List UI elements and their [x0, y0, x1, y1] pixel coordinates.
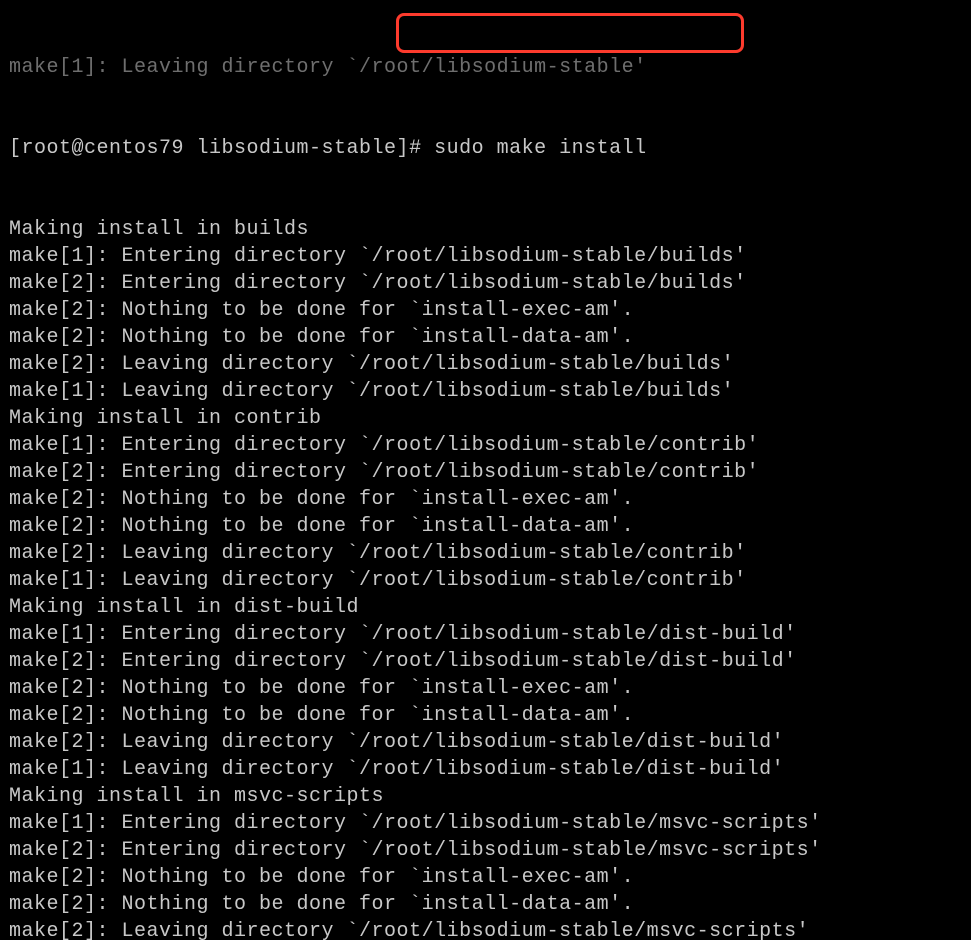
- terminal-output-line: make[2]: Nothing to be done for `install…: [9, 324, 971, 351]
- terminal-output-line: make[2]: Entering directory `/root/libso…: [9, 837, 971, 864]
- terminal-output-line: make[1]: Entering directory `/root/libso…: [9, 810, 971, 837]
- terminal-output-line: make[1]: Leaving directory `/root/libsod…: [9, 756, 971, 783]
- terminal-output-line: make[1]: Entering directory `/root/libso…: [9, 432, 971, 459]
- terminal-output-line: make[2]: Nothing to be done for `install…: [9, 702, 971, 729]
- terminal-output-line: make[2]: Nothing to be done for `install…: [9, 675, 971, 702]
- prompt-line[interactable]: [root@centos79 libsodium-stable]# sudo m…: [9, 135, 971, 162]
- terminal-output-line: make[2]: Entering directory `/root/libso…: [9, 459, 971, 486]
- terminal-output-line: make[2]: Entering directory `/root/libso…: [9, 270, 971, 297]
- terminal[interactable]: make[1]: Leaving directory `/root/libsod…: [0, 0, 971, 940]
- terminal-output-line: make[2]: Leaving directory `/root/libsod…: [9, 540, 971, 567]
- terminal-output-line: make[1]: Leaving directory `/root/libsod…: [9, 378, 971, 405]
- terminal-output-line: make[1]: Leaving directory `/root/libsod…: [9, 54, 971, 81]
- terminal-output-line: make[2]: Leaving directory `/root/libsod…: [9, 729, 971, 756]
- terminal-output-line: make[2]: Nothing to be done for `install…: [9, 891, 971, 918]
- shell-command: sudo make install: [434, 137, 647, 160]
- terminal-output-line: make[1]: Entering directory `/root/libso…: [9, 243, 971, 270]
- terminal-output-line: Making install in contrib: [9, 405, 971, 432]
- terminal-output: Making install in buildsmake[1]: Enterin…: [9, 216, 971, 940]
- terminal-output-line: make[1]: Leaving directory `/root/libsod…: [9, 567, 971, 594]
- terminal-output-line: Making install in dist-build: [9, 594, 971, 621]
- terminal-output-line: Making install in builds: [9, 216, 971, 243]
- shell-prompt: [root@centos79 libsodium-stable]#: [9, 137, 434, 160]
- terminal-output-line: make[2]: Nothing to be done for `install…: [9, 297, 971, 324]
- terminal-output-line: make[1]: Entering directory `/root/libso…: [9, 621, 971, 648]
- terminal-output-line: make[2]: Entering directory `/root/libso…: [9, 648, 971, 675]
- terminal-output-line: make[2]: Nothing to be done for `install…: [9, 864, 971, 891]
- terminal-output-line: Making install in msvc-scripts: [9, 783, 971, 810]
- terminal-output-line: make[2]: Leaving directory `/root/libsod…: [9, 918, 971, 940]
- terminal-output-line: make[2]: Nothing to be done for `install…: [9, 486, 971, 513]
- terminal-output-line: make[2]: Leaving directory `/root/libsod…: [9, 351, 971, 378]
- terminal-output-line: make[2]: Nothing to be done for `install…: [9, 513, 971, 540]
